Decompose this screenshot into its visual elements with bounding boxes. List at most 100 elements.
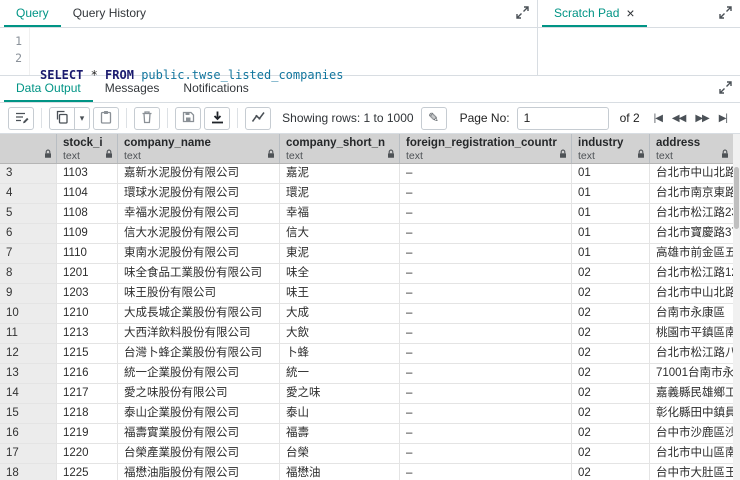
- cell[interactable]: –: [400, 364, 572, 383]
- row-number[interactable]: 10: [0, 304, 57, 323]
- cell[interactable]: –: [400, 204, 572, 223]
- cell[interactable]: 嘉新水泥股份有限公司: [118, 164, 280, 183]
- cell[interactable]: 味全: [280, 264, 400, 283]
- cell[interactable]: 台灣卜蜂企業股份有限公司: [118, 344, 280, 363]
- cell[interactable]: 大成長城企業股份有限公司: [118, 304, 280, 323]
- cell[interactable]: –: [400, 304, 572, 323]
- cell[interactable]: 台榮: [280, 444, 400, 463]
- cell[interactable]: 1201: [57, 264, 118, 283]
- cell[interactable]: 1108: [57, 204, 118, 223]
- row-number-header[interactable]: [0, 134, 57, 163]
- row-number[interactable]: 8: [0, 264, 57, 283]
- cell[interactable]: 大成: [280, 304, 400, 323]
- cell[interactable]: 1210: [57, 304, 118, 323]
- cell[interactable]: 1203: [57, 284, 118, 303]
- cell[interactable]: 台北市松江路八: [650, 344, 740, 363]
- cell[interactable]: 02: [572, 384, 650, 403]
- cell[interactable]: 1217: [57, 384, 118, 403]
- cell[interactable]: 1218: [57, 404, 118, 423]
- tab-data-output[interactable]: Data Output: [4, 76, 93, 102]
- cell[interactable]: 1109: [57, 224, 118, 243]
- cell[interactable]: 味王: [280, 284, 400, 303]
- cell[interactable]: 信大水泥股份有限公司: [118, 224, 280, 243]
- row-number[interactable]: 14: [0, 384, 57, 403]
- edit-range-button[interactable]: ✎: [420, 106, 447, 130]
- cell[interactable]: 統一: [280, 364, 400, 383]
- next-page-button[interactable]: ▶▶: [690, 113, 713, 124]
- cell[interactable]: 環泥: [280, 184, 400, 203]
- cell[interactable]: 02: [572, 464, 650, 480]
- cell[interactable]: 環球水泥股份有限公司: [118, 184, 280, 203]
- cell[interactable]: 02: [572, 364, 650, 383]
- cell[interactable]: 台中市大肚區王: [650, 464, 740, 480]
- copy-dropdown-button[interactable]: ▾: [74, 106, 90, 130]
- sql-editor[interactable]: 12 SELECT * FROM public.twse_listed_comp…: [0, 28, 538, 82]
- cell[interactable]: 幸福: [280, 204, 400, 223]
- cell[interactable]: 02: [572, 264, 650, 283]
- sort-filter-button[interactable]: [8, 106, 34, 130]
- cell[interactable]: –: [400, 244, 572, 263]
- cell[interactable]: 愛之味: [280, 384, 400, 403]
- cell[interactable]: 01: [572, 224, 650, 243]
- row-number[interactable]: 5: [0, 204, 57, 223]
- cell[interactable]: 1110: [57, 244, 118, 263]
- cell[interactable]: 桃園市平鎮區南: [650, 324, 740, 343]
- row-number[interactable]: 6: [0, 224, 57, 243]
- cell[interactable]: 高雄市前金區五: [650, 244, 740, 263]
- cell[interactable]: 大飲: [280, 324, 400, 343]
- scrollbar-thumb[interactable]: [734, 167, 739, 229]
- row-number[interactable]: 7: [0, 244, 57, 263]
- cell[interactable]: 彰化縣田中鎮員: [650, 404, 740, 423]
- cell[interactable]: –: [400, 324, 572, 343]
- cell[interactable]: 福壽實業股份有限公司: [118, 424, 280, 443]
- column-header-industry[interactable]: industry text: [572, 134, 650, 163]
- cell[interactable]: 01: [572, 164, 650, 183]
- row-number[interactable]: 9: [0, 284, 57, 303]
- cell[interactable]: 台北市中山區南: [650, 444, 740, 463]
- column-header-foreign_registration_country[interactable]: foreign_registration_country text: [400, 134, 572, 163]
- expand-query-panel-button[interactable]: [516, 5, 529, 22]
- cell[interactable]: 1219: [57, 424, 118, 443]
- cell[interactable]: –: [400, 344, 572, 363]
- cell[interactable]: 嘉義縣民雄鄉工: [650, 384, 740, 403]
- cell[interactable]: 味全食品工業股份有限公司: [118, 264, 280, 283]
- column-header-address[interactable]: address text: [650, 134, 733, 163]
- cell[interactable]: 02: [572, 424, 650, 443]
- page-number-input[interactable]: [516, 106, 609, 130]
- cell[interactable]: 1213: [57, 324, 118, 343]
- expand-scratch-pad-button[interactable]: [719, 5, 732, 22]
- cell[interactable]: 泰山: [280, 404, 400, 423]
- close-icon[interactable]: ×: [626, 6, 634, 20]
- last-page-button[interactable]: ▶|: [714, 113, 732, 124]
- column-header-company_name[interactable]: company_name text: [118, 134, 280, 163]
- cell[interactable]: –: [400, 184, 572, 203]
- row-number[interactable]: 11: [0, 324, 57, 343]
- cell[interactable]: –: [400, 404, 572, 423]
- cell[interactable]: –: [400, 444, 572, 463]
- cell[interactable]: 台北市南京東路: [650, 184, 740, 203]
- cell[interactable]: 卜蜂: [280, 344, 400, 363]
- cell[interactable]: 台北市松江路12: [650, 264, 740, 283]
- cell[interactable]: 福懋油脂股份有限公司: [118, 464, 280, 480]
- cell[interactable]: 台北市中山北路: [650, 164, 740, 183]
- row-number[interactable]: 17: [0, 444, 57, 463]
- chart-button[interactable]: [245, 106, 271, 130]
- cell[interactable]: 東泥: [280, 244, 400, 263]
- column-header-company_short_name[interactable]: company_short_nametext: [280, 134, 400, 163]
- cell[interactable]: 02: [572, 404, 650, 423]
- cell[interactable]: 1104: [57, 184, 118, 203]
- tab-query[interactable]: Query: [4, 0, 61, 27]
- row-number[interactable]: 18: [0, 464, 57, 480]
- cell[interactable]: 02: [572, 324, 650, 343]
- cell[interactable]: 福懋油: [280, 464, 400, 480]
- save-data-button[interactable]: [175, 106, 201, 130]
- row-number[interactable]: 13: [0, 364, 57, 383]
- row-number[interactable]: 12: [0, 344, 57, 363]
- cell[interactable]: 大西洋飲料股份有限公司: [118, 324, 280, 343]
- cell[interactable]: 02: [572, 444, 650, 463]
- cell[interactable]: 1103: [57, 164, 118, 183]
- column-header-stock_id[interactable]: stock_idtext: [57, 134, 118, 163]
- cell[interactable]: 1215: [57, 344, 118, 363]
- paste-button[interactable]: [93, 106, 119, 130]
- cell[interactable]: –: [400, 164, 572, 183]
